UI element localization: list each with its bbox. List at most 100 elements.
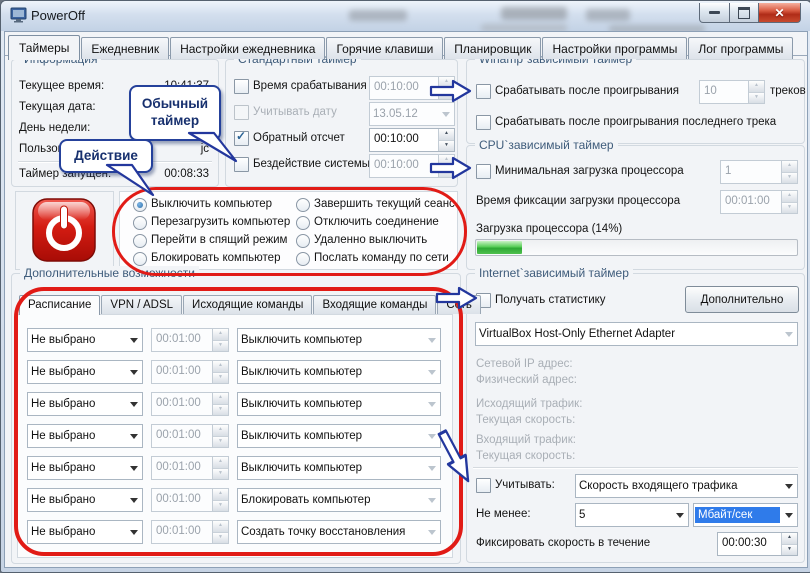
schedule-time-spinner[interactable]: 00:01:00▲▼ [151, 360, 229, 384]
spin-down-icon[interactable]: ▼ [439, 89, 454, 100]
subtab-vpn-adsl[interactable]: VPN / ADSL [101, 295, 182, 314]
radio-sleep[interactable] [133, 234, 147, 248]
schedule-when-select[interactable]: Не выбрано [27, 456, 143, 480]
spin-up-icon[interactable]: ▲ [213, 489, 228, 501]
schedule-time-spinner[interactable]: 00:01:00▲▼ [151, 424, 229, 448]
tab-daily-settings[interactable]: Настройки ежедневника [170, 37, 325, 59]
radio-net-command[interactable] [296, 252, 310, 266]
spin-up-icon[interactable]: ▲ [782, 533, 797, 545]
tab-program-settings[interactable]: Настройки программы [542, 37, 687, 59]
tab-timers[interactable]: Таймеры [8, 35, 80, 60]
radio-disconnect[interactable] [296, 216, 310, 230]
spin-down-icon[interactable]: ▼ [213, 373, 228, 384]
schedule-when-select[interactable]: Не выбрано [27, 360, 143, 384]
schedule-time-spinner[interactable]: 00:01:00▲▼ [151, 456, 229, 480]
schedule-time-spinner[interactable]: 00:01:00▲▼ [151, 392, 229, 416]
schedule-time-spinner[interactable]: 00:01:00▲▼ [151, 520, 229, 544]
schedule-when-select[interactable]: Не выбрано [27, 328, 143, 352]
spin-up-icon[interactable]: ▲ [439, 155, 454, 167]
radio-lock[interactable] [133, 252, 147, 266]
spin-down-icon[interactable]: ▼ [782, 545, 797, 556]
power-panel [15, 191, 114, 270]
countdown-spinner[interactable]: 00:10:00 ▲▼ [369, 128, 455, 152]
adapter-select[interactable]: VirtualBox Host-Only Ethernet Adapter [475, 322, 798, 346]
radio-shutdown[interactable] [133, 198, 147, 212]
trigger-time-checkbox[interactable] [234, 79, 249, 94]
radio-net-command-label: Послать команду по сети [314, 252, 449, 264]
standard-timer-group: Стандартный таймер Время срабатывания 00… [225, 59, 458, 187]
more-button[interactable]: Дополнительно [685, 286, 799, 313]
subtab-incoming-commands[interactable]: Входящие команды [313, 295, 436, 314]
cpu-fix-time-spinner[interactable]: 00:01:00 ▲▼ [720, 190, 798, 214]
spin-down-icon[interactable]: ▼ [213, 469, 228, 480]
countdown-checkbox[interactable]: ✓ [234, 131, 249, 146]
spin-up-icon[interactable]: ▲ [439, 129, 454, 141]
fix-speed-spinner[interactable]: 00:00:30 ▲▼ [717, 532, 798, 556]
schedule-action-select[interactable]: Выключить компьютер [237, 328, 441, 352]
subtab-schedule[interactable]: Расписание [19, 295, 100, 315]
spin-down-icon[interactable]: ▼ [213, 501, 228, 512]
min-load-checkbox[interactable] [476, 164, 491, 179]
schedule-when-select[interactable]: Не выбрано [27, 488, 143, 512]
current-date-label: Текущая дата: [19, 101, 96, 113]
power-button[interactable] [31, 197, 97, 263]
spin-down-icon[interactable]: ▼ [749, 93, 764, 104]
idle-checkbox[interactable] [234, 157, 249, 172]
schedule-time-spinner[interactable]: 00:01:00▲▼ [151, 488, 229, 512]
schedule-action-select[interactable]: Выключить компьютер [237, 424, 441, 448]
spin-up-icon[interactable]: ▲ [782, 161, 797, 173]
spin-up-icon[interactable]: ▲ [213, 457, 228, 469]
schedule-when-select[interactable]: Не выбрано [27, 424, 143, 448]
spin-down-icon[interactable]: ▼ [213, 405, 228, 416]
schedule-action-select[interactable]: Создать точку восстановления [237, 520, 441, 544]
spin-up-icon[interactable]: ▲ [749, 81, 764, 93]
radio-sleep-label: Перейти в спящий режим [151, 234, 287, 246]
spin-up-icon[interactable]: ▲ [213, 361, 228, 373]
radio-reboot[interactable] [133, 216, 147, 230]
schedule-time-spinner[interactable]: 00:01:00▲▼ [151, 328, 229, 352]
not-less-select[interactable]: 5 [575, 503, 689, 527]
use-date-select[interactable]: 13.05.12 [369, 102, 455, 126]
schedule-action-select[interactable]: Выключить компьютер [237, 456, 441, 480]
spin-up-icon[interactable]: ▲ [439, 77, 454, 89]
unit-select[interactable]: Мбайт/сек [693, 503, 798, 527]
tab-hotkeys[interactable]: Горячие клавиши [326, 37, 443, 59]
tab-program-log[interactable]: Лог программы [688, 37, 793, 59]
radio-logoff[interactable] [296, 198, 310, 212]
minimize-button[interactable] [699, 3, 730, 23]
min-load-spinner[interactable]: 1 ▲▼ [720, 160, 798, 184]
schedule-action-select[interactable]: Блокировать компьютер [237, 488, 441, 512]
spin-down-icon[interactable]: ▼ [439, 141, 454, 152]
use-date-checkbox[interactable] [234, 105, 249, 120]
spin-down-icon[interactable]: ▼ [439, 167, 454, 178]
subtab-outgoing-commands[interactable]: Исходящие команды [183, 295, 312, 314]
after-tracks-checkbox[interactable] [476, 84, 491, 99]
spin-up-icon[interactable]: ▲ [213, 521, 228, 533]
spin-up-icon[interactable]: ▲ [782, 191, 797, 203]
after-last-track-checkbox[interactable] [476, 115, 491, 130]
close-button[interactable]: ✕ [758, 3, 801, 23]
consider-select[interactable]: Скорость входящего трафика [575, 474, 798, 498]
radio-remote-shutdown[interactable] [296, 234, 310, 248]
consider-checkbox[interactable] [476, 478, 491, 493]
schedule-action-select[interactable]: Выключить компьютер [237, 360, 441, 384]
blurred-text [586, 9, 630, 21]
subtab-network[interactable]: Сеть [437, 295, 481, 314]
spin-down-icon[interactable]: ▼ [213, 437, 228, 448]
trigger-time-spinner[interactable]: 00:10:00 ▲▼ [369, 76, 455, 100]
spin-up-icon[interactable]: ▲ [213, 425, 228, 437]
spin-down-icon[interactable]: ▼ [213, 341, 228, 352]
schedule-action-select[interactable]: Выключить компьютер [237, 392, 441, 416]
spin-up-icon[interactable]: ▲ [213, 329, 228, 341]
spin-down-icon[interactable]: ▼ [782, 173, 797, 184]
spin-down-icon[interactable]: ▼ [213, 533, 228, 544]
maximize-button[interactable] [730, 3, 758, 23]
spin-up-icon[interactable]: ▲ [213, 393, 228, 405]
tab-daily[interactable]: Ежедневник [81, 37, 169, 59]
spin-down-icon[interactable]: ▼ [782, 203, 797, 214]
tab-scheduler[interactable]: Планировщик [444, 37, 541, 59]
schedule-when-select[interactable]: Не выбрано [27, 520, 143, 544]
schedule-when-select[interactable]: Не выбрано [27, 392, 143, 416]
tracks-spinner[interactable]: 10 ▲▼ [699, 80, 765, 104]
idle-spinner[interactable]: 00:10:00 ▲▼ [369, 154, 455, 178]
